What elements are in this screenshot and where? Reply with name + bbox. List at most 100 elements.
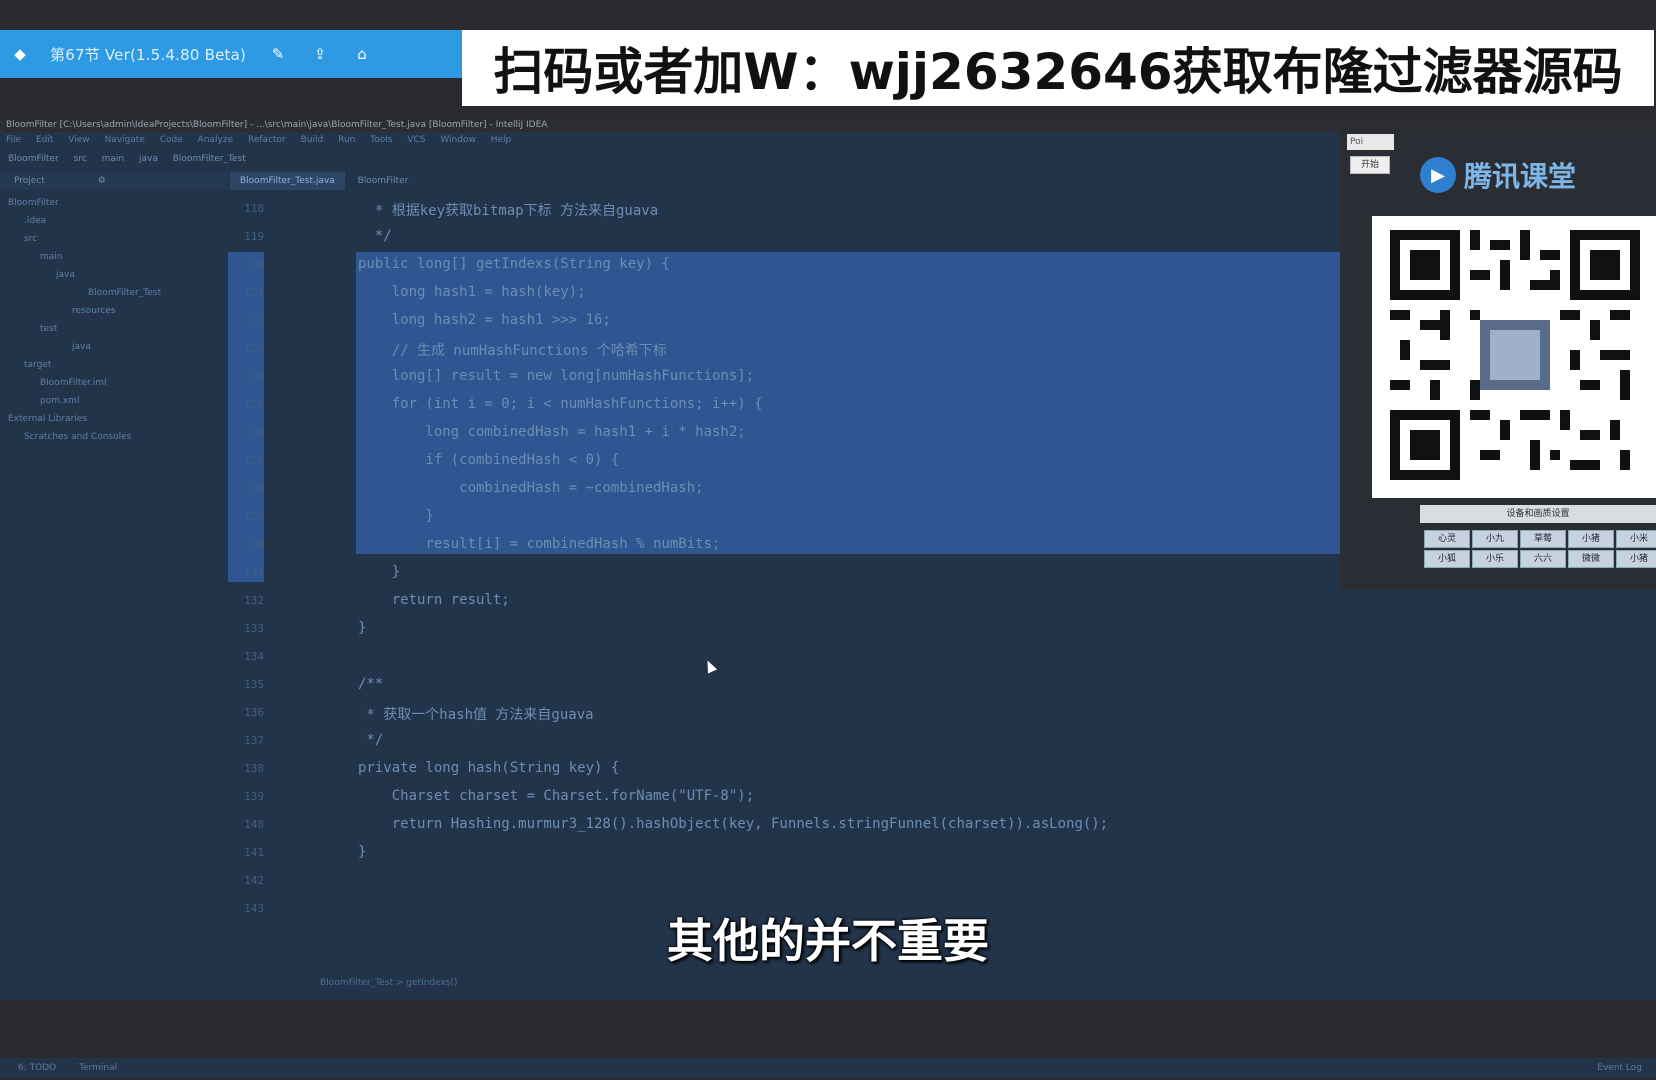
menu-edit[interactable]: Edit bbox=[36, 135, 53, 145]
code-line: } bbox=[358, 564, 401, 580]
crumb-project[interactable]: BloomFilter bbox=[8, 154, 59, 164]
code-line: public long[] getIndexs(String key) { bbox=[358, 256, 670, 272]
menu-analyze[interactable]: Analyze bbox=[198, 135, 233, 145]
code-line: result[i] = combinedHash % numBits; bbox=[358, 536, 721, 552]
participant-button[interactable]: 六六 bbox=[1520, 550, 1566, 568]
menu-refactor[interactable]: Refactor bbox=[248, 135, 286, 145]
code-line: for (int i = 0; i < numHashFunctions; i+… bbox=[358, 396, 763, 412]
line-number: 126 bbox=[244, 426, 264, 439]
terminal-tool-button[interactable]: Terminal bbox=[79, 1063, 117, 1073]
settings-icon[interactable]: ⚙ bbox=[98, 176, 106, 186]
code-line: /** bbox=[358, 676, 384, 692]
edit-icon[interactable]: ✎ bbox=[268, 45, 288, 63]
tab-bloomfilter[interactable]: BloomFilter bbox=[348, 172, 419, 190]
code-line: * 根据key获取bitmap下标 方法来自guava bbox=[358, 203, 659, 219]
menu-window[interactable]: Window bbox=[440, 135, 476, 145]
code-line: } bbox=[358, 844, 367, 860]
todo-tool-button[interactable]: 6: TODO bbox=[18, 1063, 56, 1073]
menu-tools[interactable]: Tools bbox=[370, 135, 392, 145]
participant-button[interactable]: 草莓 bbox=[1520, 530, 1566, 548]
bottom-toolbar: 6: TODO Terminal Event Log bbox=[0, 1058, 1656, 1078]
participant-button[interactable]: 小猪 bbox=[1568, 530, 1614, 548]
menu-navigate[interactable]: Navigate bbox=[104, 135, 144, 145]
tree-node[interactable]: BloomFilter bbox=[8, 198, 59, 208]
menu-vcs[interactable]: VCS bbox=[407, 135, 425, 145]
code-line: Charset charset = Charset.forName("UTF-8… bbox=[358, 788, 755, 804]
line-gutter: 118 119 120 121 122 123 124 125 126 127 … bbox=[228, 194, 321, 1014]
line-number: 133 bbox=[244, 622, 264, 635]
project-panel-header[interactable]: Project ⚙ bbox=[0, 172, 228, 190]
participant-grid: 心灵 小九 草莓 小猪 小米 小狐 小乐 六六 微微 小猪 bbox=[1420, 528, 1656, 570]
tree-node[interactable]: pom.xml bbox=[40, 396, 79, 406]
code-line: */ bbox=[358, 228, 392, 244]
participant-button[interactable]: 心灵 bbox=[1424, 530, 1470, 548]
participant-button[interactable]: 小九 bbox=[1472, 530, 1518, 548]
tree-node[interactable]: test bbox=[40, 324, 57, 334]
tree-node[interactable]: Scratches and Consoles bbox=[24, 432, 131, 442]
tree-node[interactable]: BloomFilter_Test bbox=[88, 288, 161, 298]
code-line: return Hashing.murmur3_128().hashObject(… bbox=[358, 816, 1109, 832]
code-line: return result; bbox=[358, 592, 510, 608]
code-line: long hash1 = hash(key); bbox=[358, 284, 586, 300]
menu-code[interactable]: Code bbox=[160, 135, 183, 145]
editor-breadcrumb[interactable]: BloomFilter_Test > getIndexs() bbox=[320, 978, 458, 988]
line-number: 142 bbox=[244, 874, 264, 887]
tree-node[interactable]: java bbox=[56, 270, 75, 280]
line-number: 130 bbox=[244, 538, 264, 551]
crumb-java[interactable]: java bbox=[139, 154, 158, 164]
code-line: } bbox=[358, 508, 434, 524]
top-strip bbox=[0, 0, 1656, 30]
brand-text: 腾讯课堂 bbox=[1464, 160, 1577, 193]
line-number: 119 bbox=[244, 230, 264, 243]
home-icon[interactable]: ⌂ bbox=[352, 45, 372, 63]
menu-view[interactable]: View bbox=[68, 135, 89, 145]
project-tree: BloomFilter .idea src main java BloomFil… bbox=[0, 194, 228, 1014]
project-label: Project bbox=[14, 176, 45, 186]
participant-button[interactable]: 小狐 bbox=[1424, 550, 1470, 568]
code-line: if (combinedHash < 0) { bbox=[358, 452, 620, 468]
start-button[interactable]: 开始 bbox=[1350, 156, 1390, 174]
line-number: 118 bbox=[244, 202, 264, 215]
line-number: 139 bbox=[244, 790, 264, 803]
play-icon: ▶ bbox=[1420, 157, 1456, 193]
line-number: 141 bbox=[244, 846, 264, 859]
editor-tabs: BloomFilter_Test.java BloomFilter bbox=[230, 172, 1340, 190]
crumb-file[interactable]: BloomFilter_Test bbox=[173, 154, 246, 164]
tree-node[interactable]: resources bbox=[72, 306, 116, 316]
crumb-main[interactable]: main bbox=[102, 154, 125, 164]
participant-button[interactable]: 小猪 bbox=[1616, 550, 1656, 568]
code-line: long hash2 = hash1 >>> 16; bbox=[358, 312, 611, 328]
tree-node[interactable]: main bbox=[40, 252, 63, 262]
app-icon[interactable]: ◆ bbox=[12, 45, 28, 63]
selection-gutter bbox=[228, 252, 264, 582]
line-number: 131 bbox=[244, 566, 264, 579]
tree-node[interactable]: .idea bbox=[24, 216, 46, 226]
menu-help[interactable]: Help bbox=[491, 135, 512, 145]
status-strip bbox=[0, 1000, 1656, 1018]
tab-bloomfilter-test[interactable]: BloomFilter_Test.java bbox=[230, 172, 345, 190]
line-number: 138 bbox=[244, 762, 264, 775]
tree-node[interactable]: External Libraries bbox=[8, 414, 87, 424]
menu-build[interactable]: Build bbox=[301, 135, 324, 145]
code-line: long combinedHash = hash1 + i * hash2; bbox=[358, 424, 746, 440]
participant-button[interactable]: 小乐 bbox=[1472, 550, 1518, 568]
line-number: 122 bbox=[244, 314, 264, 327]
participant-button[interactable]: 微微 bbox=[1568, 550, 1614, 568]
menu-run[interactable]: Run bbox=[338, 135, 355, 145]
code-line: } bbox=[358, 620, 367, 636]
tree-node[interactable]: java bbox=[72, 342, 91, 352]
tree-node[interactable]: src bbox=[24, 234, 37, 244]
menu-file[interactable]: File bbox=[6, 135, 21, 145]
crumb-src[interactable]: src bbox=[74, 154, 87, 164]
code-line: */ bbox=[358, 732, 384, 748]
tree-node[interactable]: target bbox=[24, 360, 51, 370]
event-log-button[interactable]: Event Log bbox=[1597, 1058, 1642, 1078]
tree-node[interactable]: BloomFilter.iml bbox=[40, 378, 107, 388]
line-number: 132 bbox=[244, 594, 264, 607]
device-quality-settings[interactable]: 设备和画质设置 bbox=[1420, 505, 1656, 523]
poi-field[interactable]: Poi bbox=[1347, 134, 1394, 150]
line-number: 129 bbox=[244, 510, 264, 523]
participant-button[interactable]: 小米 bbox=[1616, 530, 1656, 548]
code-line: // 生成 numHashFunctions 个哈希下标 bbox=[358, 343, 667, 359]
share-icon[interactable]: ⇪ bbox=[310, 45, 330, 63]
